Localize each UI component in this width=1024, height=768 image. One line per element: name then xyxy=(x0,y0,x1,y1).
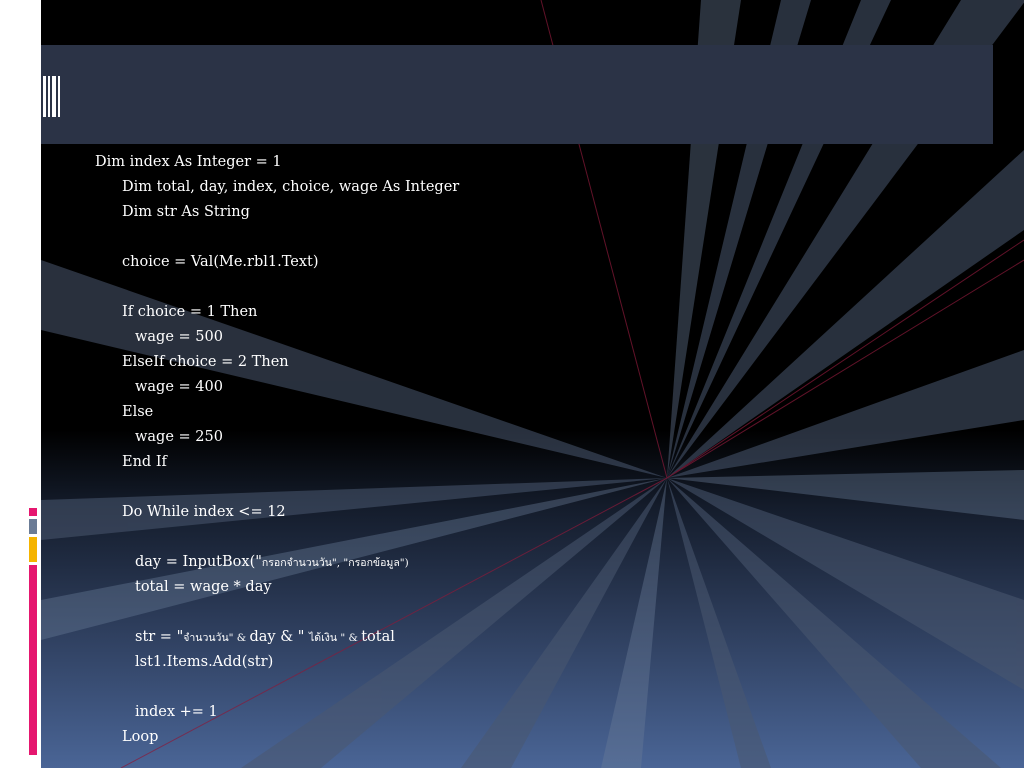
code-line: End If xyxy=(122,454,167,470)
code-line: wage = 500 xyxy=(135,329,223,345)
code-line: str = "จำนวนวัน" & day & " ได้เงิน " & t… xyxy=(135,625,395,650)
code-line: Loop xyxy=(122,729,159,745)
code-line: choice = Val(Me.rbl1.Text) xyxy=(122,254,319,270)
code-line: lst1.Items.Add(str) xyxy=(135,654,274,670)
accent-bar-gold xyxy=(29,537,37,562)
code-line: Else xyxy=(122,404,154,420)
code-thai-text: กรอกจำนวนวัน", "กรอกข้อมูล") xyxy=(261,557,409,569)
accent-bar-pink-tall xyxy=(29,565,37,755)
code-line: wage = 400 xyxy=(135,379,223,395)
code-line: index += 1 xyxy=(135,704,218,720)
accent-bar-gray xyxy=(29,519,37,534)
code-line: Do While index <= 12 xyxy=(122,504,286,520)
code-text: str = " xyxy=(135,629,184,645)
code-line: day = InputBox("กรอกจำนวนวัน", "กรอกข้อม… xyxy=(135,550,409,575)
code-text: day = InputBox(" xyxy=(135,554,262,570)
accent-bar-pink-small xyxy=(29,508,37,516)
code-line: total = wage * day xyxy=(135,579,272,595)
code-line: ElseIf choice = 2 Then xyxy=(122,354,289,370)
code-thai-text: ได้เงิน " & xyxy=(309,632,362,644)
code-line: If choice = 1 Then xyxy=(122,304,258,320)
code-line: Dim str As String xyxy=(122,204,250,220)
title-band xyxy=(41,45,993,144)
code-line: Dim total, day, index, choice, wage As I… xyxy=(122,179,460,195)
code-text: total xyxy=(361,629,395,645)
code-thai-text: จำนวนวัน" & xyxy=(183,632,250,644)
code-line: wage = 250 xyxy=(135,429,223,445)
code-line: Dim index As Integer = 1 xyxy=(95,154,282,170)
code-text: day & " xyxy=(249,629,310,645)
